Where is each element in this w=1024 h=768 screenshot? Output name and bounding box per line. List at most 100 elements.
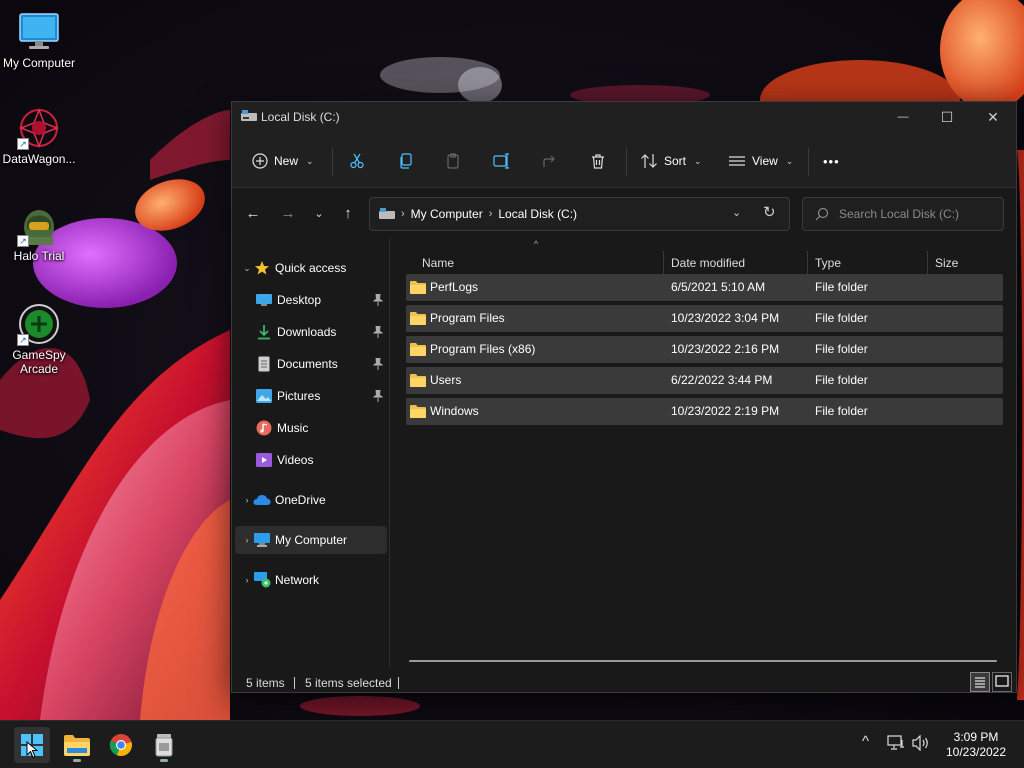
- nav-downloads[interactable]: Downloads: [235, 318, 387, 346]
- pin-icon[interactable]: [373, 326, 383, 338]
- column-divider[interactable]: [663, 251, 664, 275]
- more-options-button[interactable]: •••: [823, 146, 840, 176]
- taskbar-chrome[interactable]: [103, 727, 139, 763]
- address-bar[interactable]: › My Computer › Local Disk (C:): [369, 197, 790, 231]
- expand-chevron-down-icon[interactable]: ⌄: [241, 263, 253, 274]
- clock-time: 3:09 PM: [953, 730, 999, 744]
- column-header-type[interactable]: Type: [815, 249, 841, 277]
- toolbar-divider: [808, 148, 809, 176]
- start-button[interactable]: [14, 727, 50, 763]
- desktop-icon-label: Halo Trial: [13, 249, 65, 263]
- toolbar-divider: [332, 148, 333, 176]
- shortcut-arrow-icon: ↗: [17, 138, 29, 150]
- plus-circle-icon: [252, 153, 268, 169]
- minimize-button[interactable]: —: [880, 102, 926, 132]
- nav-label: Pictures: [277, 389, 321, 403]
- pin-icon[interactable]: [373, 358, 383, 370]
- nav-pictures[interactable]: Pictures: [235, 382, 387, 410]
- nav-music[interactable]: Music: [235, 414, 387, 442]
- network-tray-icon[interactable]: [887, 735, 905, 754]
- search-input[interactable]: [839, 207, 989, 221]
- recent-locations-chevron-icon[interactable]: ⌄: [308, 204, 330, 224]
- table-row[interactable]: Users 6/22/2022 3:44 PM File folder: [406, 367, 1003, 394]
- desktop-icon-gamespy[interactable]: ↗ GameSpy Arcade: [0, 302, 78, 376]
- table-row[interactable]: Windows 10/23/2022 2:19 PM File folder: [406, 398, 1003, 425]
- up-arrow-icon[interactable]: ↑: [337, 204, 359, 224]
- rename-button[interactable]: [493, 146, 511, 176]
- nav-label: Music: [277, 421, 309, 435]
- table-row[interactable]: Program Files 10/23/2022 3:04 PM File fo…: [406, 305, 1003, 332]
- taskbar-app-jar[interactable]: [146, 727, 182, 763]
- breadcrumb-my-computer[interactable]: My Computer: [411, 207, 483, 221]
- copy-button[interactable]: [398, 146, 414, 176]
- back-arrow-icon[interactable]: ←: [242, 204, 264, 224]
- expand-chevron-right-icon[interactable]: ›: [241, 535, 253, 545]
- desktop-icon-datawagon[interactable]: ↗ DataWagon...: [0, 106, 78, 166]
- nav-videos[interactable]: Videos: [235, 446, 387, 474]
- delete-button[interactable]: [590, 146, 606, 176]
- close-button[interactable]: ✕: [970, 102, 1016, 132]
- rename-icon: [493, 153, 509, 169]
- desktop-icon-my-computer[interactable]: My Computer: [0, 10, 78, 70]
- column-header-date[interactable]: Date modified: [671, 249, 745, 277]
- details-view-button[interactable]: [970, 672, 990, 692]
- view-button[interactable]: View ⌄: [728, 146, 793, 176]
- column-header-size[interactable]: Size: [935, 249, 958, 277]
- clipboard-icon: [447, 153, 459, 169]
- title-bar[interactable]: Local Disk (C:) — ☐ ✕: [232, 102, 1016, 132]
- pin-icon[interactable]: [373, 390, 383, 402]
- navigation-pane: ⌄ Quick access Desktop Downloads Documen…: [232, 239, 390, 667]
- nav-label: Documents: [277, 357, 338, 371]
- tray-overflow-chevron-icon[interactable]: ^: [862, 733, 869, 750]
- file-name: Program Files (x86): [430, 342, 536, 356]
- pin-icon[interactable]: [373, 294, 383, 306]
- column-divider[interactable]: [927, 251, 928, 275]
- copy-icon: [400, 153, 412, 169]
- table-row[interactable]: PerfLogs 6/5/2021 5:10 AM File folder: [406, 274, 1003, 301]
- sort-button[interactable]: Sort ⌄: [640, 146, 702, 176]
- large-icons-view-button[interactable]: [992, 672, 1012, 692]
- search-box[interactable]: [802, 197, 1004, 231]
- breadcrumb-local-disk[interactable]: Local Disk (C:): [498, 207, 577, 221]
- nav-onedrive[interactable]: › OneDrive: [235, 486, 387, 514]
- taskbar: ^ 3:09 PM 10/23/2022: [0, 720, 1024, 768]
- folder-icon: [410, 374, 426, 387]
- folder-icon: [410, 405, 426, 418]
- new-button[interactable]: New ⌄: [252, 146, 314, 176]
- refresh-icon[interactable]: ↻: [763, 203, 776, 221]
- nav-documents[interactable]: Documents: [235, 350, 387, 378]
- drive-icon: [379, 208, 395, 219]
- expand-chevron-right-icon[interactable]: ›: [241, 575, 253, 585]
- nav-label: Quick access: [275, 261, 347, 275]
- nav-desktop[interactable]: Desktop: [235, 286, 387, 314]
- chevron-down-icon: ⌄: [694, 155, 702, 166]
- running-indicator: [160, 759, 168, 762]
- cut-button[interactable]: [349, 146, 365, 176]
- shortcut-arrow-icon: ↗: [17, 235, 29, 247]
- nav-my-computer[interactable]: › My Computer: [235, 526, 387, 554]
- desktop-icon-halo-trial[interactable]: ↗ Halo Trial: [0, 203, 78, 263]
- folder-icon: [64, 735, 90, 756]
- chevron-down-icon: ⌄: [785, 155, 794, 166]
- expand-chevron-right-icon[interactable]: ›: [241, 495, 253, 505]
- clock[interactable]: 3:09 PM 10/23/2022: [936, 730, 1016, 760]
- nav-quick-access[interactable]: ⌄ Quick access: [235, 254, 387, 282]
- column-header-name[interactable]: Name: [422, 249, 454, 277]
- address-dropdown-chevron-icon[interactable]: ⌄: [732, 206, 741, 219]
- nav-network[interactable]: › Network: [235, 566, 387, 594]
- volume-icon[interactable]: [912, 734, 930, 754]
- forward-arrow-icon[interactable]: →: [277, 204, 299, 224]
- file-date: 6/22/2022 3:44 PM: [671, 373, 773, 387]
- paste-button[interactable]: [445, 146, 461, 176]
- monitor-icon: [17, 10, 61, 54]
- horizontal-scrollbar[interactable]: [409, 660, 997, 662]
- table-row[interactable]: Program Files (x86) 10/23/2022 2:16 PM F…: [406, 336, 1003, 363]
- maximize-button[interactable]: ☐: [924, 102, 970, 132]
- taskbar-file-explorer[interactable]: [59, 727, 95, 763]
- nav-label: Downloads: [277, 325, 337, 339]
- gamespy-icon: ↗: [17, 302, 61, 346]
- file-name: Windows: [430, 404, 479, 418]
- column-divider[interactable]: [807, 251, 808, 275]
- share-button[interactable]: [542, 146, 558, 176]
- scissors-icon: [350, 153, 364, 169]
